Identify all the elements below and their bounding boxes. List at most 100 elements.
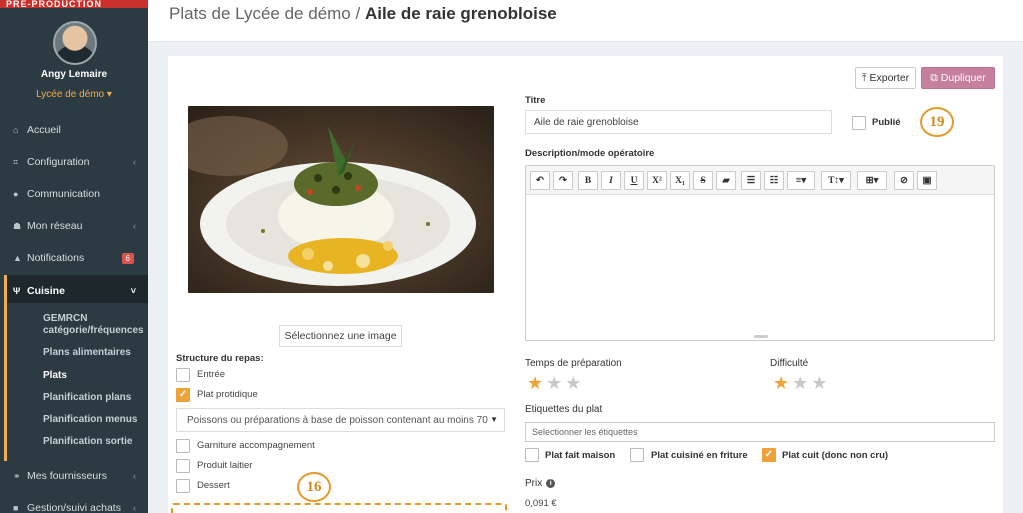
redo-button[interactable]: ↷	[553, 171, 573, 190]
chevron-left-icon: ‹	[133, 157, 136, 167]
bold-button[interactable]: B	[578, 171, 598, 190]
duplicate-button[interactable]: ⧉ Dupliquer	[921, 67, 995, 89]
submenu-item-gemrcn[interactable]: GEMRCN catégorie/fréquences	[43, 313, 144, 337]
star-icon[interactable]: ★	[527, 374, 543, 392]
star-icon[interactable]: ★	[792, 374, 808, 392]
italic-button[interactable]: I	[601, 171, 621, 190]
avatar[interactable]	[53, 21, 97, 65]
annotation-highlight-box	[171, 503, 507, 513]
checkbox-friture[interactable]	[630, 448, 644, 462]
checkbox-entree[interactable]	[176, 368, 190, 382]
title-label: Titre	[525, 95, 546, 106]
tags-label: Etiquettes du plat	[525, 404, 603, 415]
page-title: Plats de Lycée de démo / Aile de raie gr…	[169, 4, 557, 24]
users-icon: ☗	[13, 220, 22, 231]
star-icon[interactable]: ★	[811, 374, 827, 392]
checkbox-dessert[interactable]	[176, 479, 190, 493]
checkbox-label: Dessert	[197, 480, 230, 491]
sidebar-item-label: Mon réseau	[27, 220, 83, 232]
sidebar-item-label: Cuisine	[27, 285, 65, 297]
strikethrough-button[interactable]: S	[693, 171, 713, 190]
prep-time-label: Temps de préparation	[525, 358, 622, 369]
submenu-item-plats[interactable]: Plats	[43, 370, 67, 382]
eraser-icon[interactable]: ▰	[716, 171, 736, 190]
sidebar-item-configuration[interactable]: ⌗ Configuration ‹	[4, 146, 148, 178]
underline-button[interactable]: U	[624, 171, 644, 190]
caret-down-icon: ▼	[490, 415, 498, 424]
sidebar: PRÉ-PRODUCTION Angy Lemaire Lycée de dém…	[0, 0, 148, 513]
submenu-item-planification-sortie[interactable]: Planification sortie	[43, 436, 132, 448]
breadcrumb[interactable]: Plats de Lycée de démo /	[169, 4, 360, 23]
sidebar-item-mes-fournisseurs[interactable]: ⚭ Mes fournisseurs ‹	[4, 460, 148, 492]
tags-input[interactable]: Selectionner les étiquettes	[525, 422, 995, 442]
environment-banner: PRÉ-PRODUCTION	[0, 0, 148, 8]
chevron-left-icon: ‹	[133, 471, 136, 481]
sidebar-item-label: Accueil	[27, 124, 61, 136]
sidebar-item-label: Mes fournisseurs	[27, 470, 107, 482]
star-icon[interactable]: ★	[546, 374, 562, 392]
meal-structure-label: Structure du repas:	[176, 353, 264, 364]
upload-icon: ⤒	[861, 71, 867, 84]
checkbox-label: Entrée	[197, 369, 225, 380]
sidebar-item-label: Communication	[27, 188, 100, 200]
unordered-list-button[interactable]: ☰	[741, 171, 761, 190]
checkbox-plat-protidique[interactable]: ✓	[176, 388, 190, 402]
table-dropdown[interactable]: ⊞▾	[857, 171, 887, 190]
subscript-button[interactable]: X₁	[670, 171, 690, 190]
checkbox-garniture[interactable]	[176, 439, 190, 453]
submenu-item-plans-alimentaires[interactable]: Plans alimentaires	[43, 347, 131, 359]
sidebar-item-gestion-achats[interactable]: ■ Gestion/suivi achats ‹	[4, 492, 148, 513]
published-checkbox[interactable]	[852, 116, 866, 130]
home-icon: ⌂	[13, 125, 19, 135]
notification-badge: 6	[121, 252, 134, 264]
star-icon[interactable]: ★	[773, 374, 789, 392]
sidebar-item-label: Gestion/suivi achats	[27, 502, 121, 513]
star-icon[interactable]: ★	[565, 374, 581, 392]
sidebar-item-communication[interactable]: ● Communication	[4, 178, 148, 210]
checkbox-label: Plat cuisiné en friture	[651, 450, 748, 461]
handshake-icon: ⚭	[13, 470, 21, 481]
checkbox-fait-maison[interactable]	[525, 448, 539, 462]
chevron-left-icon: ‹	[133, 221, 136, 231]
chevron-left-icon: ‹	[133, 503, 136, 513]
checkbox-produit-laitier[interactable]	[176, 459, 190, 473]
chevron-down-icon: ˅	[130, 286, 136, 296]
superscript-button[interactable]: X²	[647, 171, 667, 190]
protein-category-select[interactable]: Poissons ou préparations à base de poiss…	[176, 408, 505, 432]
image-icon[interactable]: ▣	[917, 171, 937, 190]
title-input[interactable]: Aile de raie grenobloise	[525, 110, 832, 134]
difficulty-rating[interactable]: ★ ★ ★	[773, 374, 827, 392]
submenu-item-planification-plans[interactable]: Planification plans	[43, 392, 131, 404]
sidebar-item-label: Configuration	[27, 156, 90, 168]
sidebar-item-mon-reseau[interactable]: ☗ Mon réseau ‹	[4, 210, 148, 242]
export-button[interactable]: ⤒ Exporter	[855, 67, 916, 89]
ordered-list-button[interactable]: ☷	[764, 171, 784, 190]
school-selector[interactable]: Lycée de démo ▾	[0, 89, 148, 100]
sidebar-item-accueil[interactable]: ⌂ Accueil	[4, 114, 148, 146]
select-image-button[interactable]: Sélectionnez une image	[279, 325, 402, 347]
page-header: Plats de Lycée de démo / Aile de raie gr…	[148, 0, 1023, 42]
undo-button[interactable]: ↶	[530, 171, 550, 190]
cart-icon: ■	[13, 503, 19, 513]
editor-resize-handle[interactable]	[754, 335, 768, 338]
annotation-marker-19: 19	[920, 107, 954, 137]
user-name: Angy Lemaire	[40, 69, 108, 80]
info-icon[interactable]: i	[546, 479, 556, 488]
bell-icon: ▲	[13, 253, 22, 263]
sidebar-item-label: Notifications	[27, 252, 85, 264]
annotation-marker-16: 16	[297, 472, 331, 502]
checkbox-label: Plat fait maison	[545, 450, 616, 461]
dish-name: Aile de raie grenobloise	[364, 4, 557, 23]
link-icon[interactable]: ⊘	[894, 171, 914, 190]
checkbox-plat-cuit[interactable]: ✓	[762, 448, 776, 462]
sidebar-item-notifications[interactable]: ▲ Notifications 6	[4, 242, 148, 274]
checkbox-label: Produit laitier	[197, 460, 253, 471]
font-size-dropdown[interactable]: T↕▾	[821, 171, 851, 190]
checkbox-label: Plat protidique	[197, 389, 258, 400]
published-label: Publié	[872, 117, 901, 128]
align-dropdown[interactable]: ≡▾	[787, 171, 815, 190]
prep-time-rating[interactable]: ★ ★ ★	[527, 374, 581, 392]
description-editor[interactable]: ↶ ↷ B I U X² X₁ S ▰ ☰ ☷ ≡▾ T↕▾ ⊞▾ ⊘ ▣	[525, 165, 995, 341]
submenu-item-planification-menus[interactable]: Planification menus	[43, 414, 137, 426]
cuisine-submenu: GEMRCN catégorie/fréquences Plans alimen…	[4, 303, 148, 461]
